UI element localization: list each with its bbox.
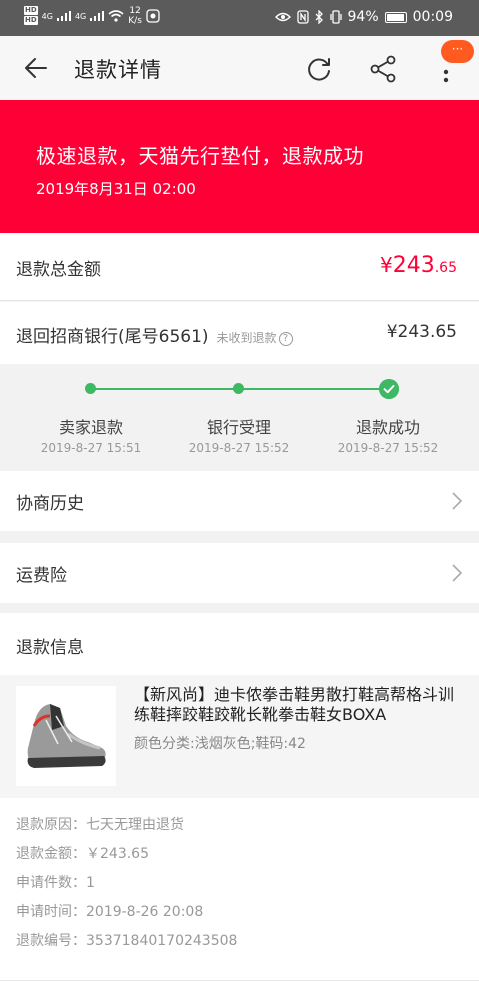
battery-percent: 94%: [347, 9, 379, 25]
negotiation-history-row[interactable]: 协商历史: [0, 471, 479, 531]
refund-details-list: 退款原因：七天无理由退货 退款金额：￥243.65 申请件数：1 申请时间：20…: [16, 815, 237, 960]
step-name: 银行受理: [206, 418, 271, 437]
bank-amount: ¥243.65: [386, 322, 457, 342]
refund-info-section: 退款信息 【新风尚】迪卡侬拳击鞋男散打鞋高帮格斗训练鞋摔跤鞋跤靴长靴拳击鞋女BO…: [0, 613, 479, 995]
amount-decimal: .65: [434, 260, 457, 276]
status-left: HD HD 4G 4G 12 K/s: [24, 6, 160, 26]
chevron-right-icon: [452, 492, 463, 510]
refund-bank-row: 退回招商银行(尾号6561) 未收到退款? ¥243.65: [0, 302, 479, 364]
banner-title: 极速退款，天猫先行垫付，退款成功: [36, 144, 364, 168]
progress-step: 银行受理 2019-8-27 15:52: [164, 414, 314, 455]
battery-icon: [384, 11, 407, 23]
refund-total-row: 退款总金额 ¥243.65: [0, 233, 479, 301]
check-icon: [379, 379, 399, 399]
step-time: 2019-8-27 15:51: [40, 441, 142, 455]
step-time: 2019-8-27 15:52: [188, 441, 290, 455]
step-time: 2019-8-27 15:52: [337, 441, 439, 455]
product-card[interactable]: 【新风尚】迪卡侬拳击鞋男散打鞋高帮格斗训练鞋摔跤鞋跤靴长靴拳击鞋女BOXA 颜色…: [0, 675, 479, 798]
product-name[interactable]: 【新风尚】迪卡侬拳击鞋男散打鞋高帮格斗训练鞋摔跤鞋跤靴长靴拳击鞋女BOXA: [134, 685, 469, 725]
signal-icon: [56, 11, 71, 21]
step-name: 退款成功: [355, 418, 420, 437]
refund-status-banner: 极速退款，天猫先行垫付，退款成功 2019年8月31日 02:00: [0, 100, 479, 233]
bank-label: 退回招商银行(尾号6561): [16, 327, 209, 347]
refund-apply-time: 申请时间：2019-8-26 20:08: [16, 904, 204, 920]
vibrate-icon: [329, 10, 342, 24]
progress-dot: [85, 383, 96, 394]
eye-icon: [274, 12, 291, 22]
refund-number: 退款编号：35371840170243508: [16, 933, 238, 949]
freight-insurance-row[interactable]: 运费险: [0, 543, 479, 603]
refund-amount: 退款金额：￥243.65: [16, 846, 149, 862]
currency-symbol: ¥: [380, 253, 393, 277]
network-type-2: 4G: [74, 11, 87, 21]
message-badge[interactable]: ···: [441, 40, 474, 63]
refund-progress: 卖家退款 2019-8-27 15:51 银行受理 2019-8-27 15:5…: [0, 364, 479, 471]
status-bar: HD HD 4G 4G 12 K/s 94% 00:09: [0, 0, 479, 36]
banner-date: 2019年8月31日 02:00: [36, 180, 196, 198]
nav-bar: 退款详情: [0, 36, 479, 100]
bank-label-group: 退回招商银行(尾号6561) 未收到退款?: [16, 322, 293, 347]
app-notification-icon: [146, 9, 160, 23]
refund-reason: 退款原因：七天无理由退货: [16, 817, 184, 833]
freight-insurance-label: 运费险: [16, 566, 67, 586]
not-received-link[interactable]: 未收到退款: [217, 331, 277, 345]
amount-integer: 243: [392, 253, 435, 278]
back-arrow-icon[interactable]: [22, 54, 50, 82]
signal-icon: [90, 11, 105, 21]
refund-total-amount: ¥243.65: [380, 253, 457, 278]
share-icon[interactable]: [368, 54, 398, 84]
divider: [0, 980, 479, 981]
help-icon[interactable]: ?: [278, 332, 293, 346]
refresh-icon[interactable]: [304, 54, 334, 84]
refund-quantity: 申请件数：1: [16, 875, 95, 891]
bluetooth-icon: [315, 10, 323, 24]
status-right: 94% 00:09: [274, 9, 453, 25]
product-sku: 颜色分类:浅烟灰色;鞋码:42: [134, 736, 306, 752]
hd-indicator: HD HD: [24, 6, 38, 25]
page-title: 退款详情: [74, 58, 162, 82]
clock: 00:09: [412, 9, 453, 25]
product-image[interactable]: [16, 686, 116, 786]
progress-step: 退款成功 2019-8-27 15:52: [313, 414, 463, 455]
progress-step: 卖家退款 2019-8-27 15:51: [16, 414, 166, 455]
progress-dot: [233, 383, 244, 394]
network-type-1: 4G: [41, 11, 53, 21]
nfc-icon: [296, 10, 309, 24]
step-name: 卖家退款: [58, 418, 123, 437]
refund-info-title: 退款信息: [16, 638, 84, 658]
refund-total-label: 退款总金额: [16, 260, 101, 280]
chevron-right-icon: [452, 564, 463, 582]
negotiation-history-label: 协商历史: [16, 494, 84, 514]
wifi-icon: [108, 10, 124, 22]
network-speed: 12 K/s: [128, 6, 142, 26]
